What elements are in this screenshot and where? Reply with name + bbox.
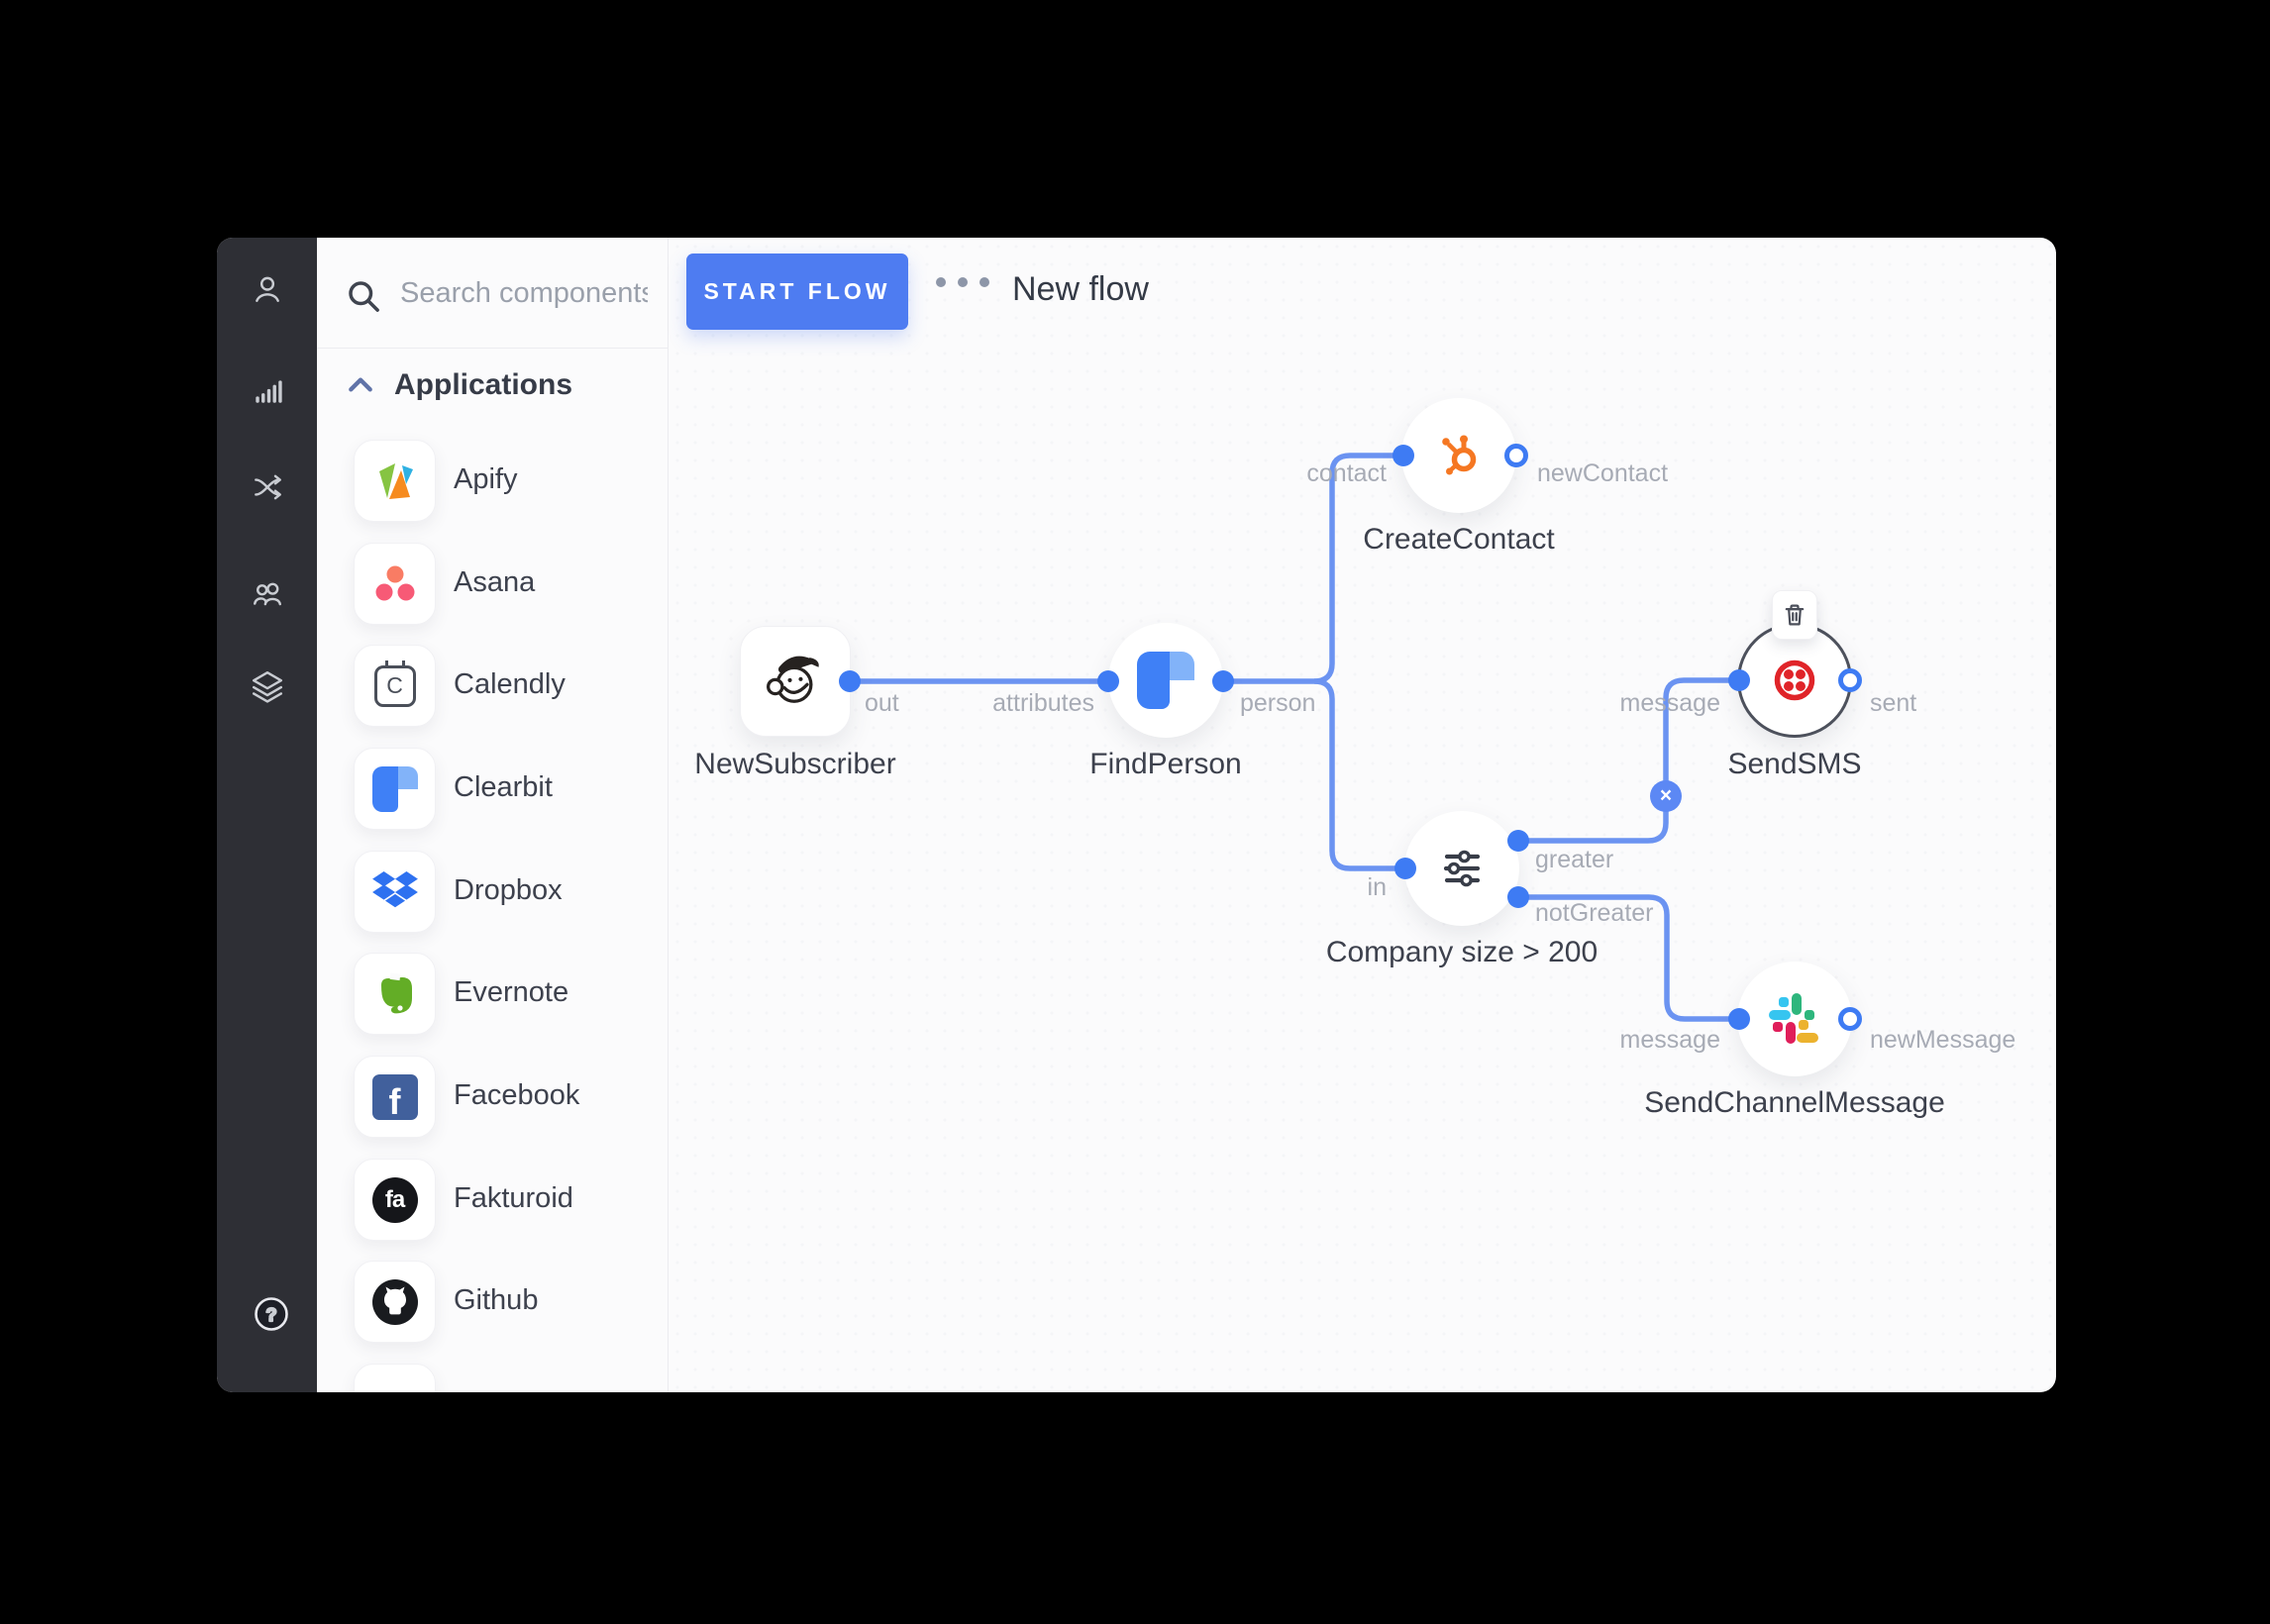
app-item-github[interactable]: Github (317, 1261, 669, 1356)
node-createcontact[interactable] (1401, 398, 1516, 513)
port-label-out: out (865, 689, 899, 718)
node-findperson[interactable] (1108, 623, 1223, 738)
hubspot-icon (1430, 427, 1488, 484)
shuffle-flows-icon[interactable] (246, 465, 289, 509)
port-label-newcontact: newContact (1537, 459, 1668, 488)
port-sendchannelmessage-out[interactable] (1838, 1007, 1862, 1031)
app-label: Apify (454, 463, 517, 496)
app-label: Fakturoid (454, 1182, 573, 1215)
port-newsubscriber-out[interactable] (839, 670, 861, 692)
search-row (317, 238, 669, 349)
chevron-up-icon (347, 374, 374, 396)
port-createcontact-in[interactable] (1393, 445, 1414, 466)
flow-title: New flow (1012, 270, 1149, 309)
port-createcontact-out[interactable] (1504, 444, 1528, 467)
app-label: Github (454, 1284, 538, 1317)
port-label-person: person (1240, 689, 1315, 718)
port-label-newmessage: newMessage (1870, 1026, 2015, 1055)
mailchimp-icon (761, 647, 830, 716)
app-label: Calendly (454, 668, 566, 701)
delete-connection-badge[interactable]: × (1650, 780, 1682, 812)
port-findperson-out[interactable] (1212, 670, 1234, 692)
node-title-sendchannelmessage: SendChannelMessage (1587, 1086, 2003, 1120)
port-filter-greater[interactable] (1507, 830, 1529, 852)
applications-section-label: Applications (394, 368, 572, 402)
user-profile-icon[interactable] (246, 267, 289, 311)
app-label: Evernote (454, 976, 568, 1009)
port-sendchannelmessage-in[interactable] (1728, 1008, 1750, 1030)
start-flow-button[interactable]: START FLOW (686, 254, 908, 330)
asana-icon (354, 543, 436, 625)
port-label-in: in (1368, 873, 1387, 902)
node-title-sendsms: SendSMS (1587, 748, 2003, 781)
search-input[interactable] (400, 267, 648, 319)
port-label-contact: contact (1306, 459, 1387, 488)
app-tile-partial[interactable] (317, 1364, 669, 1392)
node-title-filter: Company size > 200 (1254, 936, 1670, 969)
app-label: Facebook (454, 1079, 579, 1112)
filter-sliders-icon (1433, 840, 1491, 897)
component-sidebar: Applications Apify (317, 238, 669, 1392)
dropbox-icon (354, 851, 436, 933)
app-label: Dropbox (454, 874, 563, 907)
team-icon[interactable] (246, 572, 289, 616)
app-item-apify[interactable]: Apify (317, 440, 669, 535)
port-label-message-slack: message (1620, 1026, 1720, 1055)
github-icon (354, 1261, 436, 1343)
help-glyph: ? (266, 1305, 277, 1325)
port-filter-in[interactable] (1394, 858, 1416, 879)
layers-icon[interactable] (246, 664, 289, 708)
evernote-icon (354, 953, 436, 1035)
node-title-createcontact: CreateContact (1251, 523, 1667, 557)
node-title-findperson: FindPerson (958, 748, 1374, 781)
app-item-facebook[interactable]: f Facebook (317, 1056, 669, 1151)
port-label-attributes: attributes (992, 689, 1094, 718)
clearbit-icon (1137, 652, 1194, 709)
more-options-icon[interactable] (936, 277, 1005, 287)
port-label-sent: sent (1870, 689, 1916, 718)
app-label: Asana (454, 566, 535, 599)
clearbit-icon (354, 748, 436, 830)
node-filter[interactable] (1404, 811, 1519, 926)
app-item-fakturoid[interactable]: fa Fakturoid (317, 1159, 669, 1254)
node-title-newsubscriber: NewSubscriber (587, 748, 1003, 781)
node-sendsms[interactable] (1737, 623, 1852, 738)
calendly-icon: C (354, 645, 436, 727)
screenshot-root: ? Applications (0, 0, 2270, 1624)
left-nav-rail: ? (217, 238, 317, 1392)
app-label: Clearbit (454, 771, 553, 804)
facebook-icon: f (354, 1056, 436, 1138)
node-sendchannelmessage[interactable] (1737, 962, 1852, 1076)
port-label-message: message (1620, 689, 1720, 718)
port-filter-notgreater[interactable] (1507, 886, 1529, 908)
port-label-notgreater: notGreater (1535, 899, 1654, 928)
applications-section-header[interactable]: Applications (317, 360, 669, 412)
apify-icon (354, 440, 436, 522)
help-icon[interactable]: ? (250, 1292, 293, 1336)
app-window: ? Applications (217, 238, 2056, 1392)
app-item-calendly[interactable]: C Calendly (317, 645, 669, 740)
flow-canvas[interactable] (669, 238, 2056, 1392)
app-item-asana[interactable]: Asana (317, 543, 669, 638)
delete-node-button[interactable] (1772, 590, 1817, 640)
slack-icon (1768, 992, 1821, 1046)
port-sendsms-out[interactable] (1838, 668, 1862, 692)
port-label-greater: greater (1535, 846, 1613, 874)
port-sendsms-in[interactable] (1728, 669, 1750, 691)
port-findperson-in[interactable] (1097, 670, 1119, 692)
app-item-dropbox[interactable]: Dropbox (317, 851, 669, 946)
app-item-evernote[interactable]: Evernote (317, 953, 669, 1048)
node-newsubscriber[interactable] (740, 626, 851, 737)
stats-bars-icon[interactable] (246, 369, 289, 413)
twilio-icon (1766, 652, 1823, 709)
trash-icon (1781, 600, 1808, 630)
fakturoid-icon: fa (354, 1159, 436, 1241)
search-icon (345, 277, 384, 317)
